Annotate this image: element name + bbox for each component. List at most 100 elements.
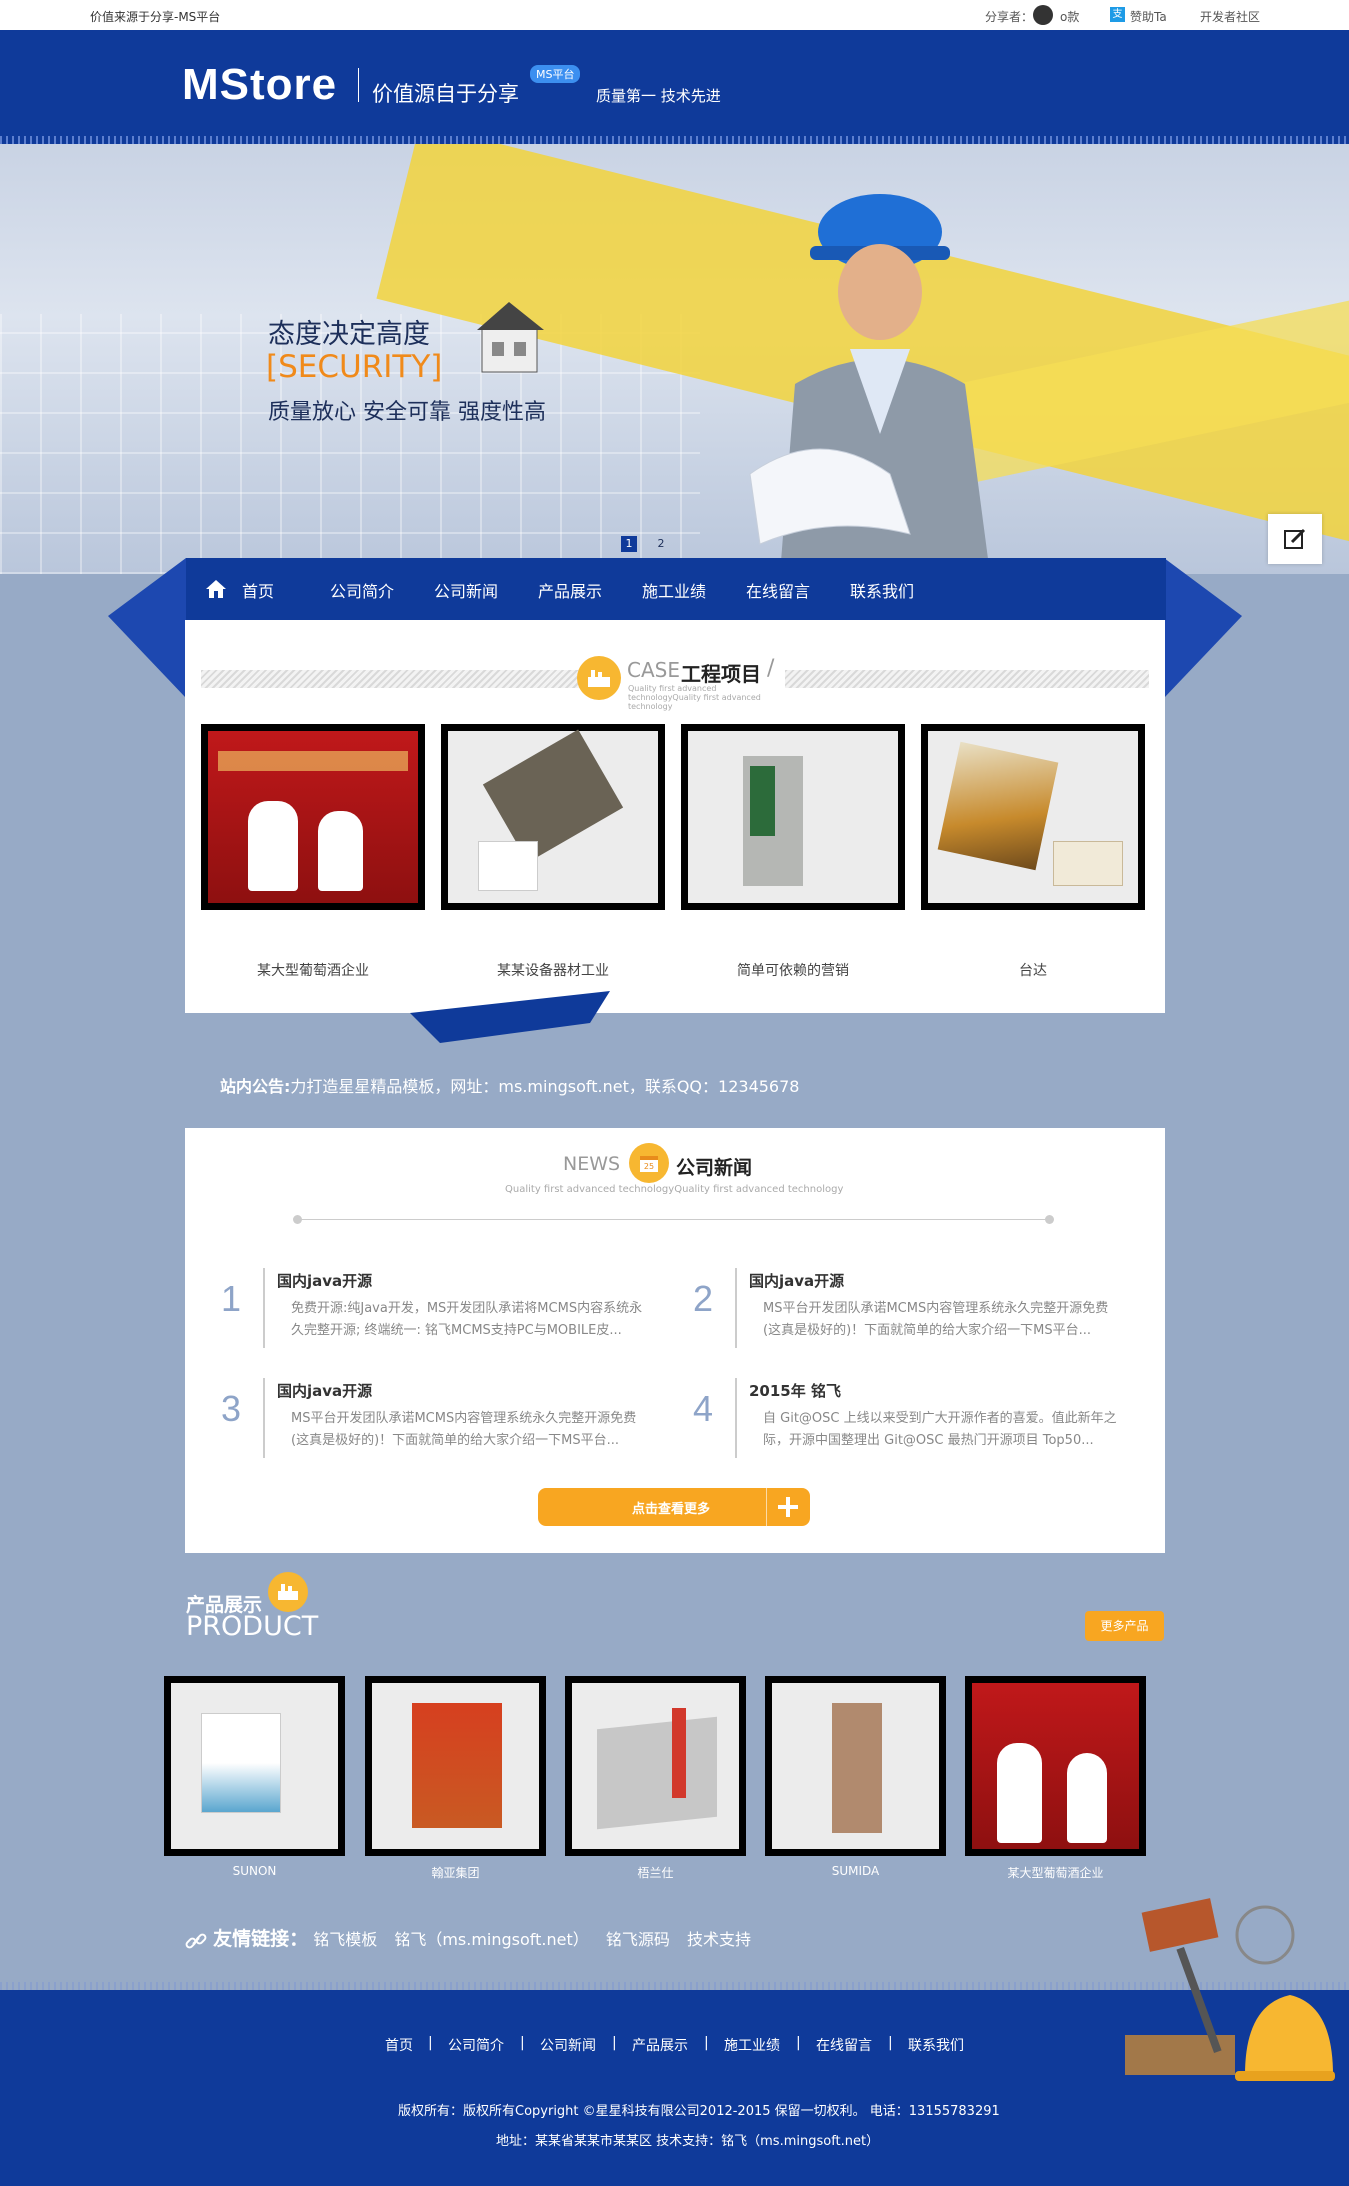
case-image-2 <box>448 729 658 903</box>
link-3[interactable]: 铭飞源码 <box>606 1930 670 1949</box>
news-divider-dot-left <box>293 1215 302 1224</box>
news-divider <box>297 1219 1053 1220</box>
case-card-3[interactable] <box>681 724 905 910</box>
footer-nav-sep: | <box>888 2035 893 2051</box>
news-more-button[interactable]: 点击查看更多 <box>538 1488 810 1526</box>
slide-dot-2[interactable]: 2 <box>653 536 669 552</box>
product-image-3 <box>572 1683 739 1849</box>
product-caption-4[interactable]: SUMIDA <box>765 1864 946 1878</box>
nav-products[interactable]: 产品展示 <box>538 578 602 602</box>
case-caption-2[interactable]: 某某设备器材工业 <box>441 960 665 980</box>
banner: 态度决定高度 [SECURITY] 质量放心 安全可靠 强度性高 1 2 <box>0 144 1349 574</box>
product-en-title: PRODUCT <box>186 1611 319 1642</box>
case-card-4[interactable] <box>921 724 1145 910</box>
product-factory-icon <box>268 1572 308 1612</box>
house-icon <box>477 302 544 373</box>
nav-contact[interactable]: 联系我们 <box>850 578 914 602</box>
news-more-label: 点击查看更多 <box>632 1502 711 1517</box>
notice-label: 站内公告: <box>220 1077 291 1096</box>
sharer-name[interactable]: o款 <box>1060 8 1079 25</box>
case-caption-1[interactable]: 某大型葡萄酒企业 <box>201 960 425 980</box>
nav-home[interactable]: 首页 <box>242 578 274 602</box>
product-caption-5[interactable]: 某大型葡萄酒企业 <box>965 1864 1146 1881</box>
product-caption-2[interactable]: 翰亚集团 <box>365 1864 546 1881</box>
footer-copyright: 版权所有：版权所有Copyright ©星星科技有限公司2012-2015 保留… <box>398 2104 1000 2119</box>
nav-news[interactable]: 公司新闻 <box>434 578 498 602</box>
product-image-5 <box>972 1683 1139 1849</box>
banner-subline: 质量放心 安全可靠 强度性高 <box>268 400 546 425</box>
footer-nav-sep: | <box>704 2035 709 2051</box>
svg-text:25: 25 <box>644 1162 654 1171</box>
case-card-2[interactable] <box>441 724 665 910</box>
notice-bar: 站内公告:力打造星星精品模板，网址：ms.mingsoft.net，联系QQ：1… <box>220 1073 799 1097</box>
footer-nav-message[interactable]: 在线留言 <box>816 2035 872 2055</box>
plus-icon <box>778 1497 798 1517</box>
slide-dot-1[interactable]: 1 <box>621 536 637 552</box>
nav-about[interactable]: 公司简介 <box>330 578 394 602</box>
link-4[interactable]: 技术支持 <box>687 1930 751 1949</box>
product-card-1[interactable] <box>164 1676 345 1856</box>
news-vline-4 <box>735 1378 737 1458</box>
community-link[interactable]: 开发者社区 <box>1200 8 1260 25</box>
news-vline-3 <box>263 1378 265 1458</box>
footer-nav-home[interactable]: 首页 <box>385 2035 413 2055</box>
news-vline-1 <box>263 1268 265 1348</box>
footer-nav-news[interactable]: 公司新闻 <box>540 2035 596 2055</box>
notice-text: 力打造星星精品模板，网址：ms.mingsoft.net，联系QQ：123456… <box>290 1077 800 1096</box>
product-card-2[interactable] <box>365 1676 546 1856</box>
product-more-button[interactable]: 更多产品 <box>1085 1611 1164 1641</box>
news-item-body-3: MS平台开发团队承诺MCMS内容管理系统永久完整开源免费(这真是极好的)！下面就… <box>291 1411 637 1448</box>
news-item-body-4: 自 Git@OSC 上线以来受到广大开源作者的喜爱。值此新年之际，开源中国整理出… <box>763 1411 1117 1448</box>
link-2[interactable]: 铭飞（ms.mingsoft.net） <box>394 1930 588 1949</box>
news-num-4: 4 <box>693 1388 714 1429</box>
news-item-title-1[interactable]: 国内java开源 <box>277 1270 372 1291</box>
case-divider-right <box>785 670 1149 688</box>
nav-cases[interactable]: 施工业绩 <box>642 578 706 602</box>
tools-illustration <box>1125 1898 1335 2081</box>
case-section: CASE 工程项目 / Quality first advanced techn… <box>185 620 1165 1013</box>
footer-nav-cases[interactable]: 施工业绩 <box>724 2035 780 2055</box>
news-en-title: NEWS <box>563 1153 621 1175</box>
platform-badge: MS平台 <box>530 65 581 83</box>
edit-button[interactable] <box>1268 514 1322 564</box>
product-card-3[interactable] <box>565 1676 746 1856</box>
case-factory-icon <box>577 656 621 700</box>
news-item-body-1: 免费开源:纯Java开发，MS开发团队承诺将MCMS内容系统永久完整开源; 终端… <box>291 1301 643 1338</box>
footer-nav-products[interactable]: 产品展示 <box>632 2035 688 2055</box>
case-brush-decoration <box>410 991 610 1043</box>
news-item-title-2[interactable]: 国内java开源 <box>749 1270 844 1291</box>
product-caption-1[interactable]: SUNON <box>164 1864 345 1878</box>
footer-nav-sep: | <box>612 2035 617 2051</box>
banner-headline: 态度决定高度 <box>268 319 430 350</box>
case-image-3 <box>688 731 898 903</box>
news-title: 公司新闻 <box>676 1157 753 1179</box>
news-item-title-4[interactable]: 2015年 铭飞 <box>749 1380 841 1401</box>
product-caption-3[interactable]: 梧兰仕 <box>565 1864 746 1881</box>
footer-nav-about[interactable]: 公司简介 <box>448 2035 504 2055</box>
friend-links: 友情链接： 铭飞模板 铭飞（ms.mingsoft.net） 铭飞源码 技术支持 <box>184 1924 751 1953</box>
avatar[interactable] <box>1033 5 1053 25</box>
nav-message[interactable]: 在线留言 <box>746 578 810 602</box>
product-card-4[interactable] <box>765 1676 946 1856</box>
case-image-4 <box>928 731 1138 903</box>
news-item-title-3[interactable]: 国内java开源 <box>277 1380 372 1401</box>
news-num-1: 1 <box>221 1278 242 1319</box>
case-image-1 <box>208 731 418 903</box>
sponsor-link[interactable]: 赞助Ta <box>1130 8 1167 25</box>
link-icon <box>185 1933 207 1948</box>
link-1[interactable]: 铭飞模板 <box>313 1930 377 1949</box>
case-caption-4[interactable]: 台达 <box>921 960 1145 980</box>
footer-nav-contact[interactable]: 联系我们 <box>908 2035 964 2055</box>
product-image-1 <box>171 1683 338 1849</box>
news-divider-dot-right <box>1045 1215 1054 1224</box>
case-caption-3[interactable]: 简单可依赖的营销 <box>681 960 905 980</box>
case-card-1[interactable] <box>201 724 425 910</box>
links-label: 友情链接： <box>213 1928 309 1950</box>
logo[interactable]: MStore <box>182 60 337 110</box>
product-card-5[interactable] <box>965 1676 1146 1856</box>
home-icon <box>206 580 226 598</box>
banner-keyword: [SECURITY] <box>266 349 443 385</box>
header: MStore 价值源自于分享 MS平台 质量第一 技术先进 <box>0 30 1349 144</box>
case-divider-left <box>201 670 581 688</box>
site-tagline: 价值来源于分享-MS平台 <box>90 10 221 24</box>
